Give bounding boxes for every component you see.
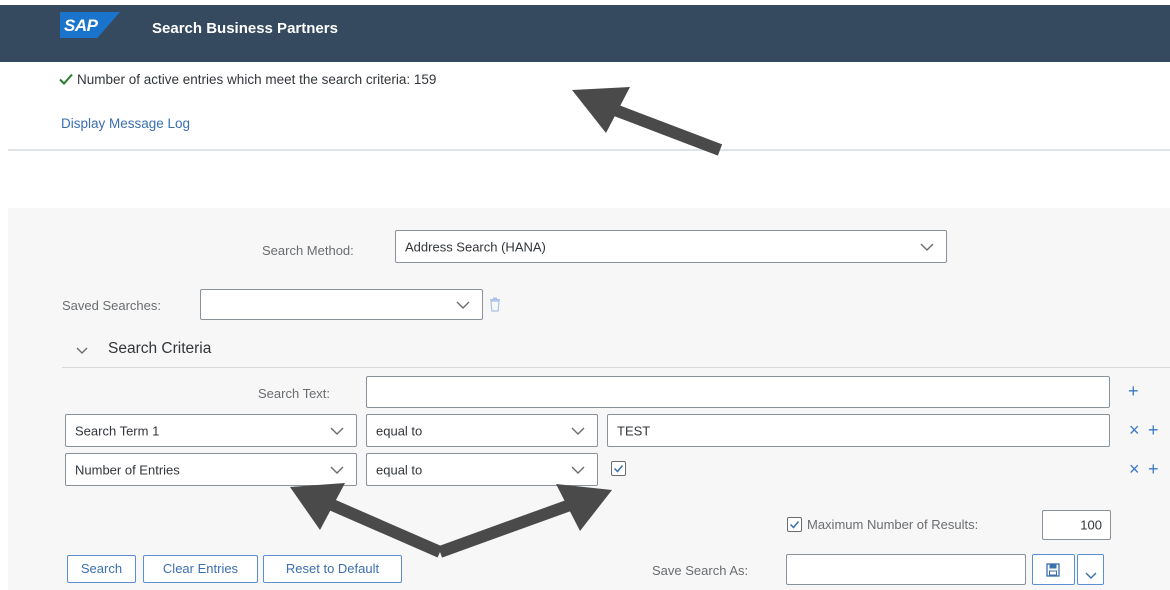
chevron-down-icon xyxy=(330,466,344,474)
search-method-label: Search Method: xyxy=(262,243,354,258)
display-message-log-link[interactable]: Display Message Log xyxy=(61,116,190,131)
save-icon xyxy=(1046,563,1060,580)
reset-to-default-button[interactable]: Reset to Default xyxy=(263,555,402,583)
saved-searches-label: Saved Searches: xyxy=(62,298,162,313)
add-row-icon[interactable]: + xyxy=(1148,460,1159,478)
criteria-operator-select[interactable]: equal to xyxy=(366,414,598,447)
remove-row-icon[interactable]: × xyxy=(1129,460,1140,478)
criteria-operator-select[interactable]: equal to xyxy=(366,453,598,486)
search-text-input[interactable] xyxy=(366,376,1110,408)
add-row-icon[interactable]: + xyxy=(1128,382,1139,400)
collapse-chevron-icon[interactable] xyxy=(76,343,88,354)
search-method-select[interactable]: Address Search (HANA) xyxy=(395,230,947,263)
result-count-message: Number of active entries which meet the … xyxy=(77,72,437,87)
criteria-field-select[interactable]: Number of Entries xyxy=(65,453,357,486)
save-search-menu-button[interactable] xyxy=(1077,554,1104,585)
save-search-as-input[interactable] xyxy=(786,554,1026,585)
search-criteria-title: Search Criteria xyxy=(108,340,212,357)
search-method-value: Address Search (HANA) xyxy=(405,239,546,254)
add-row-icon[interactable]: + xyxy=(1148,421,1159,439)
max-results-checkbox[interactable] xyxy=(787,517,802,532)
criteria-field-select[interactable]: Search Term 1 xyxy=(65,414,357,447)
app-title: Search Business Partners xyxy=(152,20,338,37)
save-search-button[interactable] xyxy=(1032,554,1075,585)
remove-row-icon[interactable]: × xyxy=(1129,421,1140,439)
annotation-arrow xyxy=(572,87,723,156)
sap-logo-text: SAP xyxy=(64,16,98,35)
criteria-value-checkbox[interactable] xyxy=(611,461,626,476)
search-text-label: Search Text: xyxy=(258,386,331,401)
saved-searches-select[interactable] xyxy=(200,289,483,320)
divider xyxy=(8,149,1170,151)
save-search-as-label: Save Search As: xyxy=(652,563,749,578)
chevron-down-icon xyxy=(920,243,934,251)
criteria-value-input[interactable]: TEST xyxy=(607,414,1110,447)
chevron-down-icon xyxy=(571,466,585,474)
chevron-down-icon xyxy=(1085,567,1097,582)
max-results-input[interactable]: 100 xyxy=(1042,510,1111,540)
divider xyxy=(62,367,1170,368)
trash-icon[interactable] xyxy=(489,297,501,312)
checkmark-icon xyxy=(58,71,74,87)
chevron-down-icon xyxy=(456,301,470,309)
chevron-down-icon xyxy=(330,427,344,435)
search-button[interactable]: Search xyxy=(67,555,136,583)
chevron-down-icon xyxy=(571,427,585,435)
clear-entries-button[interactable]: Clear Entries xyxy=(143,555,258,583)
max-results-label: Maximum Number of Results: xyxy=(807,517,979,532)
